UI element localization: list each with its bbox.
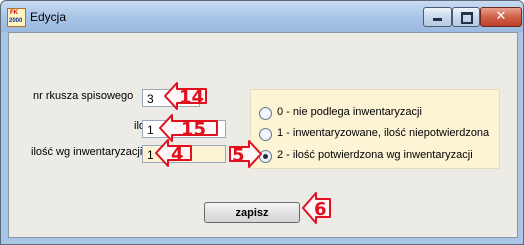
minimize-icon [433,18,442,21]
radio-button[interactable] [259,107,272,120]
dialog-content: nr rkusza spisowego 3 14 ilość 1 15 iloś… [8,32,518,238]
callout-arrow-status-group: 5 [229,140,262,168]
callout-number-6: 6 [314,199,327,220]
callout-number-5: 5 [232,145,245,166]
radio-option-1-label: 1 - inwentaryzowane, ilość niepotwierdzo… [277,127,490,139]
callout-arrow-sheet-number: 14 [164,82,207,110]
save-button[interactable]: zapisz [204,202,300,223]
callout-number-14: 14 [179,87,204,108]
app-logo-icon: FK 2000 [7,8,26,27]
inventory-quantity-label: ilość wg inwentaryzacji [31,146,143,158]
radio-selected-dot [263,154,268,159]
radio-option-0-label: 0 - nie podlega inwentaryzacji [277,106,422,118]
title-bar[interactable]: FK 2000 Edycja ✕ [1,1,523,32]
app-logo-top-text: FK [10,10,18,16]
inventory-status-group: 0 - nie podlega inwentaryzacji 1 - inwen… [250,89,500,169]
maximize-icon [461,12,473,24]
radio-option-2-label: 2 - ilość potwierdzona wg inwentaryzacji [277,149,473,161]
callout-arrow-inventory-quantity: 4 [155,139,192,167]
callout-arrow-save-button: 6 [302,192,331,224]
callout-number-4: 4 [171,144,184,165]
minimize-button[interactable] [423,7,452,27]
close-button[interactable]: ✕ [480,7,522,27]
dialog-window: FK 2000 Edycja ✕ nr rkusza spisowego 3 1… [0,0,524,245]
app-logo-bottom-text: 2000 [9,18,23,24]
window-title: Edycja [30,10,67,24]
callout-number-15: 15 [181,119,206,140]
maximize-button[interactable] [452,7,480,27]
close-icon: ✕ [495,9,507,24]
sheet-number-label: nr rkusza spisowego [33,90,134,102]
